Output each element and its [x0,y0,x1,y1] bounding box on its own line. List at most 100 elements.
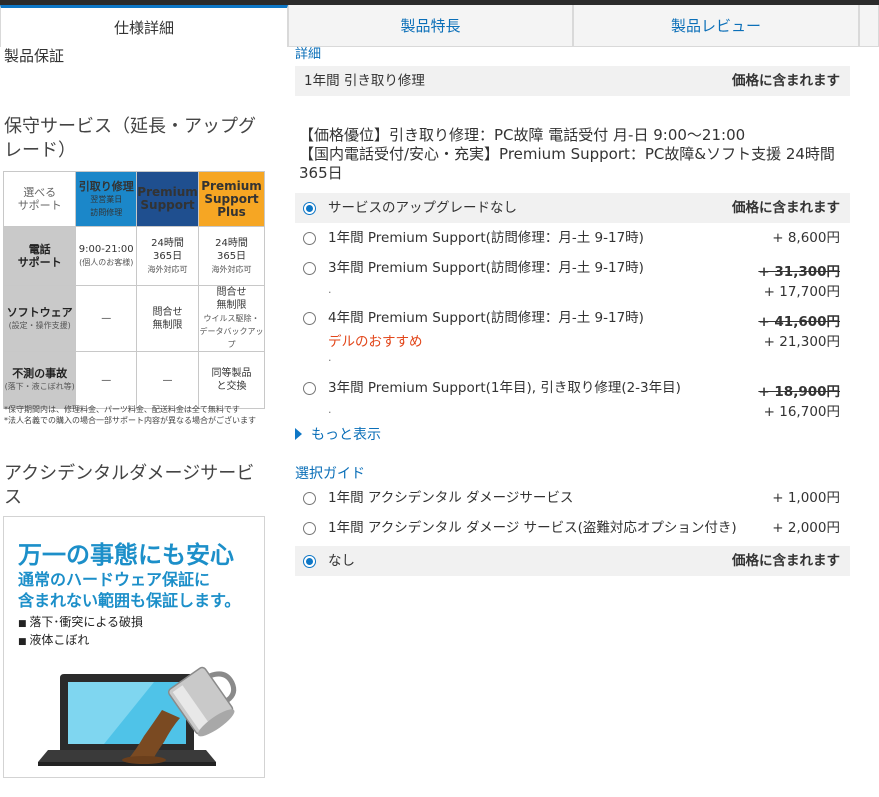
laptop-spill-illustration [38,666,237,766]
row-head-phone: 電話 サポート [2,226,77,286]
option-label: サービスのアップグレードなし [328,200,517,216]
option-premium-1yr[interactable]: 1年間 Premium Support(訪問修理：月-土 9-17時) + 8,… [295,223,850,253]
info-line: 【価格優位】引き取り修理：PC故障 電話受付 月-日 9:00～21:00 [299,126,746,144]
option-price: + 21,300円 [763,334,840,350]
option-dot: . [328,283,332,296]
cell: — [136,351,200,409]
tab-specifications[interactable]: 仕様詳細 [0,5,288,47]
option-premium-3yr[interactable]: 3年間 Premium Support(訪問修理：月-土 9-17時) + 31… [295,253,850,303]
col-pickup-repair: 引取り修理 翌営業日 訪問修理 [75,171,138,227]
option-premium-4yr[interactable]: 4年間 Premium Support(訪問修理：月-土 9-17時) デルのお… [295,303,850,373]
tab-features[interactable]: 製品特長 [288,5,573,47]
warranty-heading: 製品保証 [4,47,65,65]
option-dot: . [328,403,332,416]
col-pickup-title: 引取り修理 [78,179,134,193]
radio-button[interactable] [303,312,316,325]
warranty-row: 1年間 引き取り修理 価格に含まれます [295,66,850,96]
promo-subtitle: 通常のハードウェア保証に 含まれない範囲も保証します。 [18,570,241,610]
option-label: 1年間 アクシデンタル ダメージ サービス(盗難対応オプション付き) [328,520,737,536]
table-notes: *保守期間内は、修理料金、パーツ料金、配送料金は全て無料です *法人名義での購入… [4,405,256,425]
radio-button[interactable] [303,382,316,395]
table-corner: 選べる サポート [2,171,77,227]
cell-text: 24時間 365日 [151,237,184,262]
warranty-price: 価格に含まれます [732,73,840,89]
row-head-text: 不測の事故 [12,367,68,380]
cell: 問合せ 無制限ウイルス駆除・ データバックアップ [198,285,265,352]
option-premium-pickup[interactable]: 3年間 Premium Support(1年目), 引き取り修理(2-3年目) … [295,373,850,423]
radio-button[interactable] [303,202,316,215]
option-price: + 1,000円 [772,490,840,506]
radio-button[interactable] [303,262,316,275]
accidental-heading: アクシデンタルダメージサービス [4,463,255,508]
cell-text: — [101,374,112,386]
option-accidental-theft[interactable]: 1年間 アクシデンタル ダメージ サービス(盗難対応オプション付き) + 2,0… [295,513,850,543]
promo-bullet: 落下･衝突による破損 [18,613,143,630]
warranty-text: 1年間 引き取り修理 [304,73,425,89]
support-comparison-table: 選べる サポート 引取り修理 翌営業日 訪問修理 Premium Support… [2,171,265,409]
accidental-damage-banner: 万一の事態にも安心 通常のハードウェア保証に 含まれない範囲も保証します。 落下… [3,516,265,778]
option-no-upgrade[interactable]: サービスのアップグレードなし 価格に含まれます [295,193,850,223]
cell: 同等製品 と交換 [198,351,265,409]
cell: — [75,351,138,409]
option-accidental-1yr[interactable]: 1年間 アクシデンタル ダメージサービス + 1,000円 [295,483,850,513]
tab-overflow [859,5,879,47]
row-head-software: ソフトウェア (設定・操作支援) [2,285,77,352]
cell-text: 同等製品 と交換 [211,368,252,392]
product-tabs: 仕様詳細 製品特長 製品レビュー [0,5,879,47]
cell-sub: (個人のお客様) [79,258,134,267]
cell-text: 24時間 365日 [215,237,248,262]
option-label: なし [328,553,355,569]
option-label: 4年間 Premium Support(訪問修理：月-土 9-17時) [328,310,644,326]
cell-sub: 海外対応可 [147,264,188,274]
option-price: + 17,700円 [763,284,840,300]
col-premium-support-plus: Premium Support Plus [198,171,265,227]
tab-reviews[interactable]: 製品レビュー [573,5,859,47]
show-more-link[interactable]: もっと表示 [295,424,381,444]
option-dot: . [328,351,332,364]
cell-text: — [162,374,173,386]
cell-text: 9:00-21:00 [78,244,134,255]
cell-sub: 海外対応可 [211,264,252,274]
radio-button[interactable] [303,555,316,568]
radio-button[interactable] [303,522,316,535]
option-accidental-none[interactable]: なし 価格に含まれます [295,546,850,576]
info-line: 【国内電話受付/安心・充実】Premium Support：PC故障&ソフト支援… [299,145,835,182]
recommend-badge: デルのおすすめ [328,334,423,350]
row-head-accident: 不測の事故 (落下・液こぼれ等) [2,351,77,409]
col-premium-support: Premium Support [136,171,200,227]
option-price: 価格に含まれます [732,553,840,569]
option-price: + 16,700円 [763,404,840,420]
option-old-price: + 18,900円 [758,384,840,400]
detail-label: 詳細 [295,47,322,62]
cell: 問合せ 無制限 [136,285,200,352]
option-label: 1年間 アクシデンタル ダメージサービス [328,490,574,506]
selection-guide-link[interactable]: 選択ガイド [295,463,365,483]
row-head-text: ソフトウェア [6,305,73,319]
row-head-sub: (設定・操作支援) [8,320,71,330]
cell-text: — [101,313,112,324]
cell-text: 問合せ 無制限 [216,287,247,311]
row-head-sub: (落下・液こぼれ等) [4,382,75,391]
option-price: + 8,600円 [772,230,840,246]
table-row: 不測の事故 (落下・液こぼれ等) — — 同等製品 と交換 [2,351,265,409]
service-info: 【価格優位】引き取り修理：PC故障 電話受付 月-日 9:00～21:00 【国… [299,126,859,183]
radio-button[interactable] [303,492,316,505]
cell: 24時間 365日海外対応可 [136,226,200,286]
option-old-price: + 31,300円 [758,264,840,280]
option-label: 3年間 Premium Support(訪問修理：月-土 9-17時) [328,260,644,276]
cell: 24時間 365日海外対応可 [198,226,265,286]
expand-triangle-icon [295,428,302,440]
table-row: ソフトウェア (設定・操作支援) — 問合せ 無制限 問合せ 無制限 ウイルス駆除・… [2,285,265,352]
cell: 9:00-21:00 (個人のお客様) [75,226,138,286]
cell-sub: ウイルス駆除・ データバックアップ [199,314,264,349]
cell: — [75,285,138,352]
option-label: 1年間 Premium Support(訪問修理：月-土 9-17時) [328,230,644,246]
option-price: + 2,000円 [772,520,840,536]
col-pickup-sub: 翌営業日 訪問修理 [90,194,123,217]
radio-button[interactable] [303,232,316,245]
cell-text: 問合せ 無制限 [152,306,183,331]
table-row: 電話 サポート 9:00-21:00 (個人のお客様) 24時間 365日海外対応… [2,226,265,286]
maintenance-heading: 保守サービス（延長・アップグレード） [4,116,256,161]
promo-title: 万一の事態にも安心 [18,541,234,569]
show-more-label: もっと表示 [311,427,381,443]
